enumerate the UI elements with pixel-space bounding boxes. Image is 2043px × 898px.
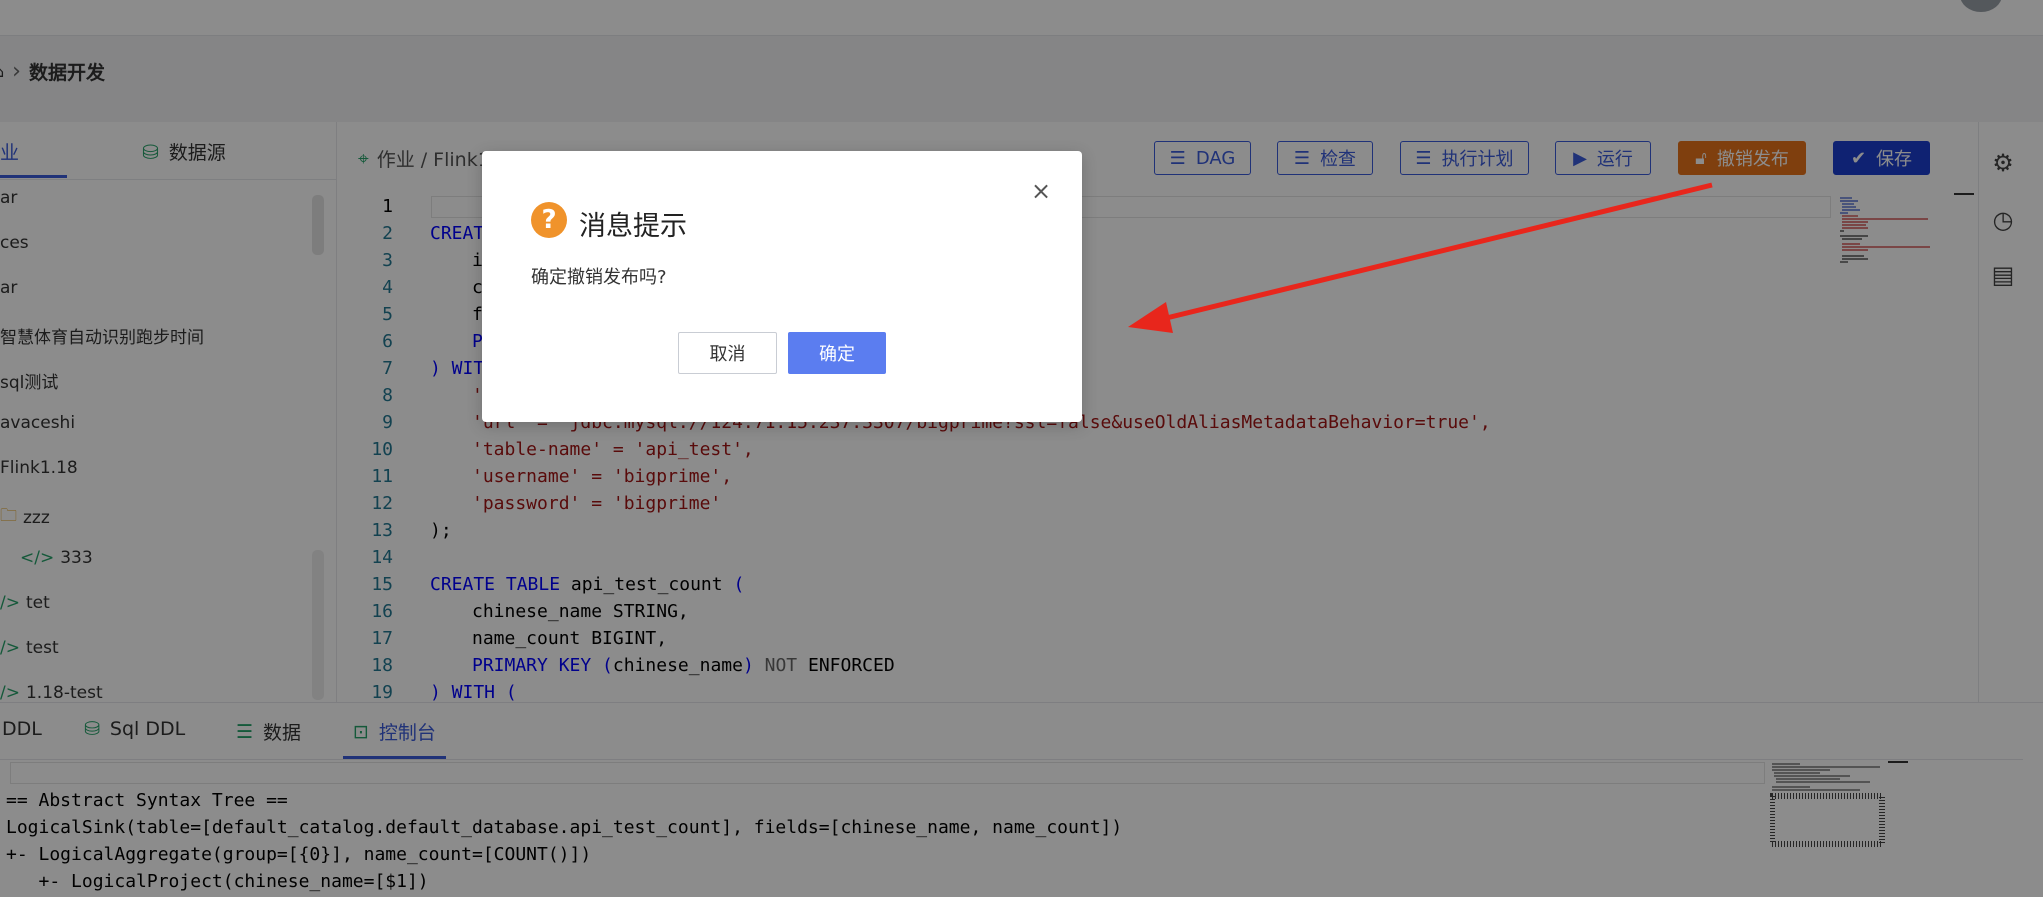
dialog-message: 确定撤销发布吗? [531,267,667,288]
confirm-button[interactable]: 确定 [788,332,886,374]
button-label: 确定 [819,344,855,365]
button-label: 取消 [709,344,746,365]
cancel-button[interactable]: 取消 [678,332,777,374]
modal-overlay[interactable] [0,0,2043,897]
warning-question-icon: ? [531,202,567,238]
dialog-title: 消息提示 [579,211,687,242]
close-icon[interactable]: × [1030,179,1052,203]
